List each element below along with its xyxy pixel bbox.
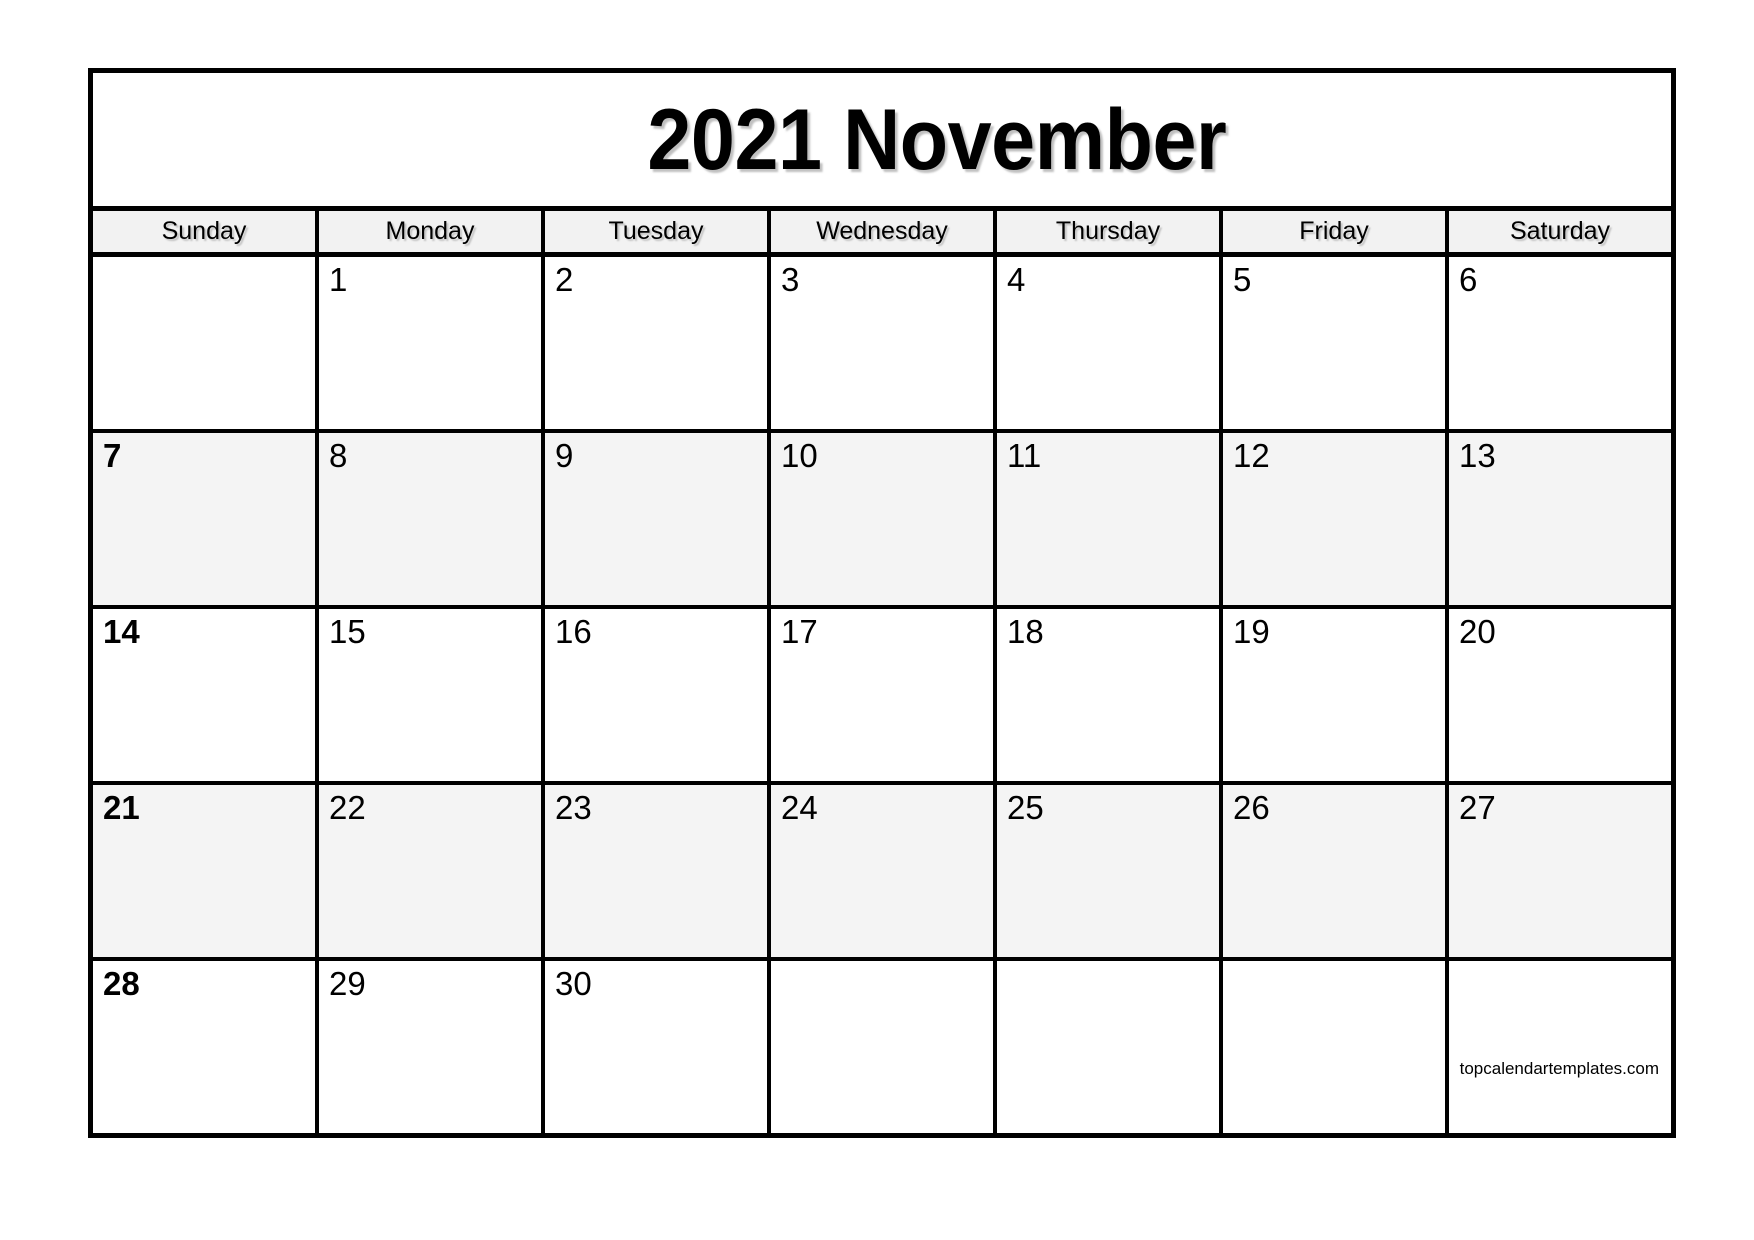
calendar-day-cell[interactable]: 15 bbox=[319, 609, 545, 781]
calendar-day-number: 17 bbox=[781, 613, 818, 650]
calendar-week-row: 28 29 30 topcalendartemplates.com bbox=[93, 961, 1671, 1133]
weekday-header-saturday: Saturday bbox=[1449, 211, 1671, 252]
calendar-day-cell-empty bbox=[997, 961, 1223, 1133]
calendar-day-cell[interactable]: 2 bbox=[545, 257, 771, 429]
calendar-day-number: 20 bbox=[1459, 613, 1496, 650]
calendar-day-number: 9 bbox=[555, 437, 574, 474]
calendar-day-number: 10 bbox=[781, 437, 818, 474]
calendar-day-cell[interactable]: 28 bbox=[93, 961, 319, 1133]
weekday-header-label: Friday bbox=[1299, 217, 1369, 245]
calendar-day-cell[interactable]: 13 bbox=[1449, 433, 1671, 605]
calendar-grid: 1 2 3 4 5 6 7 8 9 10 11 12 13 14 15 16 17 18 19 20 21 22 23 24 2… bbox=[93, 257, 1671, 1133]
calendar-week-row: 21 22 23 24 25 26 27 bbox=[93, 785, 1671, 961]
calendar-day-cell[interactable]: 21 bbox=[93, 785, 319, 957]
calendar-day-cell-empty bbox=[93, 257, 319, 429]
calendar-day-number: 5 bbox=[1233, 261, 1252, 298]
calendar-day-cell[interactable]: 19 bbox=[1223, 609, 1449, 781]
calendar-day-number: 16 bbox=[555, 613, 592, 650]
calendar-day-number: 12 bbox=[1233, 437, 1270, 474]
calendar-day-number: 11 bbox=[1007, 437, 1042, 474]
calendar-day-cell[interactable]: 18 bbox=[997, 609, 1223, 781]
calendar-day-cell[interactable]: 4 bbox=[997, 257, 1223, 429]
calendar-week-row: 1 2 3 4 5 6 bbox=[93, 257, 1671, 433]
calendar-day-number: 25 bbox=[1007, 789, 1044, 826]
calendar-day-number: 2 bbox=[555, 261, 574, 298]
site-watermark: topcalendartemplates.com bbox=[1459, 1059, 1659, 1078]
calendar-day-number: 30 bbox=[555, 965, 592, 1002]
calendar-day-number: 15 bbox=[329, 613, 366, 650]
calendar-day-number: 23 bbox=[555, 789, 592, 826]
calendar-day-cell-empty: topcalendartemplates.com bbox=[1449, 961, 1671, 1133]
calendar-day-cell[interactable]: 1 bbox=[319, 257, 545, 429]
calendar-day-cell[interactable]: 8 bbox=[319, 433, 545, 605]
calendar-day-number: 13 bbox=[1459, 437, 1496, 474]
calendar-day-number: 27 bbox=[1459, 789, 1496, 826]
calendar-day-number: 14 bbox=[103, 613, 140, 650]
weekday-header-label: Tuesday bbox=[608, 217, 704, 245]
weekday-header-tuesday: Tuesday bbox=[545, 211, 771, 252]
calendar-week-row: 7 8 9 10 11 12 13 bbox=[93, 433, 1671, 609]
weekday-header-thursday: Thursday bbox=[997, 211, 1223, 252]
calendar-day-cell[interactable]: 5 bbox=[1223, 257, 1449, 429]
calendar-day-cell[interactable]: 25 bbox=[997, 785, 1223, 957]
weekday-header-label: Wednesday bbox=[816, 217, 948, 245]
calendar-day-cell[interactable]: 30 bbox=[545, 961, 771, 1133]
calendar-day-number: 28 bbox=[103, 965, 140, 1002]
calendar-day-cell[interactable]: 7 bbox=[93, 433, 319, 605]
calendar-week-row: 14 15 16 17 18 19 20 bbox=[93, 609, 1671, 785]
calendar-day-cell[interactable]: 12 bbox=[1223, 433, 1449, 605]
calendar-day-number: 8 bbox=[329, 437, 348, 474]
weekday-header-label: Sunday bbox=[161, 217, 247, 245]
calendar-day-number: 18 bbox=[1007, 613, 1044, 650]
calendar-day-number: 7 bbox=[103, 437, 122, 474]
calendar-day-cell[interactable]: 20 bbox=[1449, 609, 1671, 781]
calendar-day-number: 29 bbox=[329, 965, 366, 1002]
calendar-day-number: 19 bbox=[1233, 613, 1270, 650]
calendar-day-cell[interactable]: 10 bbox=[771, 433, 997, 605]
calendar-day-cell[interactable]: 23 bbox=[545, 785, 771, 957]
calendar-day-cell[interactable]: 29 bbox=[319, 961, 545, 1133]
calendar-day-number: 3 bbox=[781, 261, 800, 298]
calendar-day-cell[interactable]: 9 bbox=[545, 433, 771, 605]
calendar-day-number: 26 bbox=[1233, 789, 1270, 826]
weekday-header-row: Sunday Monday Tuesday Wednesday Thursday Frid… bbox=[93, 211, 1671, 257]
calendar-day-cell[interactable]: 14 bbox=[93, 609, 319, 781]
calendar-day-cell-empty bbox=[771, 961, 997, 1133]
calendar-day-cell[interactable]: 16 bbox=[545, 609, 771, 781]
weekday-header-sunday: Sunday bbox=[93, 211, 319, 252]
weekday-header-monday: Monday bbox=[319, 211, 545, 252]
calendar-day-number: 24 bbox=[781, 789, 818, 826]
calendar-day-number: 21 bbox=[103, 789, 140, 826]
calendar-day-number: 1 bbox=[329, 261, 348, 298]
calendar-day-cell[interactable]: 3 bbox=[771, 257, 997, 429]
calendar-title-bar: 2021 November bbox=[93, 73, 1671, 211]
calendar-day-cell[interactable]: 17 bbox=[771, 609, 997, 781]
calendar-day-cell[interactable]: 6 bbox=[1449, 257, 1671, 429]
calendar-day-cell[interactable]: 22 bbox=[319, 785, 545, 957]
calendar-day-number: 6 bbox=[1459, 261, 1478, 298]
weekday-header-label: Monday bbox=[385, 217, 475, 245]
calendar-day-number: 22 bbox=[329, 789, 366, 826]
weekday-header-label: Saturday bbox=[1509, 217, 1611, 245]
weekday-header-friday: Friday bbox=[1223, 211, 1449, 252]
calendar-day-cell[interactable]: 26 bbox=[1223, 785, 1449, 957]
calendar-day-cell-empty bbox=[1223, 961, 1449, 1133]
calendar-day-number: 4 bbox=[1007, 261, 1026, 298]
weekday-header-label: Thursday bbox=[1055, 217, 1161, 245]
page-title: 2021 November bbox=[647, 91, 1227, 188]
calendar-day-cell[interactable]: 27 bbox=[1449, 785, 1671, 957]
calendar: 2021 November Sunday Monday Tuesday Wednesd… bbox=[88, 68, 1676, 1138]
weekday-header-wednesday: Wednesday bbox=[771, 211, 997, 252]
calendar-day-cell[interactable]: 11 bbox=[997, 433, 1223, 605]
calendar-day-cell[interactable]: 24 bbox=[771, 785, 997, 957]
